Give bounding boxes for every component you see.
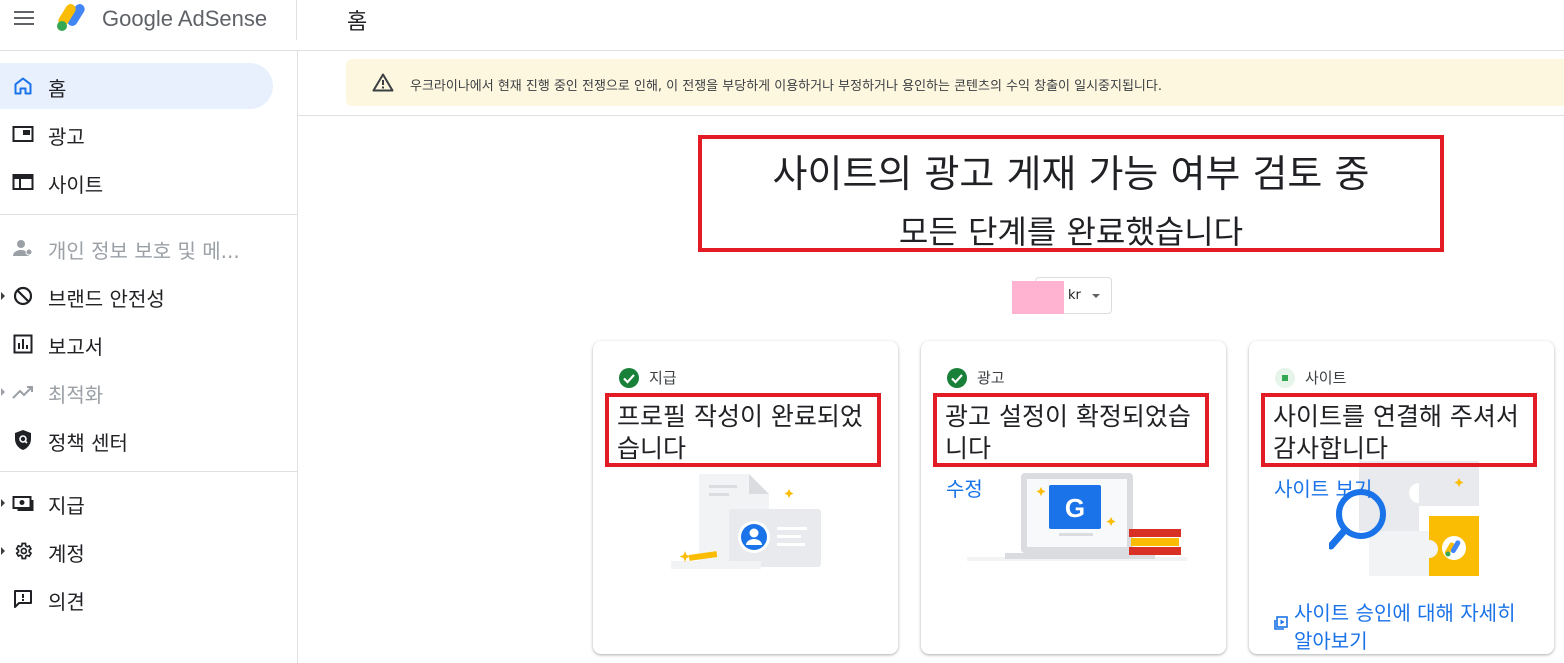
step-label: 사이트 bbox=[1305, 369, 1347, 387]
home-icon bbox=[12, 76, 34, 96]
site-selector-value: kr bbox=[1068, 288, 1081, 303]
sidebar-item-label: 사이트 bbox=[48, 173, 104, 197]
sidebar-item-optimization[interactable]: 최적화 bbox=[0, 369, 273, 415]
feedback-icon bbox=[12, 589, 34, 609]
step-header: 사이트 bbox=[1275, 367, 1346, 388]
step-header: 광고 bbox=[947, 367, 1005, 388]
sidebar-item-privacy[interactable]: 개인 정보 보호 및 메... bbox=[0, 225, 273, 271]
gear-icon bbox=[12, 541, 34, 561]
card-headline: 프로필 작성이 완료되었습니다 bbox=[617, 402, 863, 463]
video-library-icon bbox=[1274, 616, 1288, 630]
check-circle-icon bbox=[947, 367, 967, 388]
warning-banner: 우크라이나에서 현재 진행 중인 전쟁으로 인해, 이 전쟁을 부당하게 이용하… bbox=[346, 59, 1564, 106]
sidebar-nav: 홈 광고 사이트 개인 정보 보호 및 메... 브랜드 안전성 보고서 최적화… bbox=[0, 51, 298, 663]
nav-divider bbox=[0, 471, 298, 472]
in-progress-icon bbox=[1275, 367, 1295, 388]
step-card-payments: 지급 프로필 작성이 완료되었습니다 bbox=[593, 341, 898, 654]
trending-icon bbox=[12, 382, 34, 402]
ads-icon bbox=[12, 124, 34, 144]
view-sites-link[interactable]: 사이트 보기 bbox=[1274, 473, 1372, 502]
sidebar-item-label: 최적화 bbox=[48, 383, 104, 407]
content-divider bbox=[298, 115, 1564, 116]
profile-illustration bbox=[671, 474, 821, 569]
step-card-sites: 사이트 사이트를 연결해 주셔서 감사합니다 사이트 보기 사이트 승인에 대해… bbox=[1249, 341, 1554, 654]
sidebar-item-payments[interactable]: 지급 bbox=[0, 480, 273, 526]
highlight-box: 프로필 작성이 완료되었습니다 bbox=[605, 393, 881, 467]
block-icon bbox=[12, 286, 34, 306]
sidebar-item-feedback[interactable]: 의견 bbox=[0, 576, 273, 622]
page-title: 홈 bbox=[347, 10, 368, 35]
sites-icon bbox=[12, 172, 34, 192]
shield-icon bbox=[12, 430, 34, 450]
banner-text: 우크라이나에서 현재 진행 중인 전쟁으로 인해, 이 전쟁을 부당하게 이용하… bbox=[410, 79, 1162, 94]
sidebar-item-sites[interactable]: 사이트 bbox=[0, 159, 273, 205]
svg-text:G: G bbox=[1065, 493, 1085, 523]
expand-arrow-icon bbox=[1, 547, 5, 555]
payments-icon bbox=[12, 493, 34, 513]
sidebar-item-brand-safety[interactable]: 브랜드 안전성 bbox=[0, 273, 273, 319]
sidebar-item-label: 정책 센터 bbox=[48, 431, 128, 455]
step-header: 지급 bbox=[619, 367, 677, 388]
sidebar-item-ads[interactable]: 광고 bbox=[0, 111, 273, 157]
review-status-header: 사이트의 광고 게재 가능 여부 검토 중 모든 단계를 완료했습니다 bbox=[698, 135, 1444, 252]
review-subtitle: 모든 단계를 완료했습니다 bbox=[898, 213, 1244, 251]
sidebar-item-label: 개인 정보 보호 및 메... bbox=[48, 239, 240, 263]
reports-icon bbox=[12, 334, 34, 354]
sidebar-item-policy-center[interactable]: 정책 센터 bbox=[0, 417, 273, 463]
sidebar-item-label: 브랜드 안전성 bbox=[48, 287, 165, 311]
sidebar-item-label: 보고서 bbox=[48, 335, 104, 359]
card-headline: 사이트를 연결해 주셔서 감사합니다 bbox=[1273, 402, 1519, 463]
learn-more-text: 사이트 승인에 대해 자세히 알아보기 bbox=[1294, 601, 1516, 653]
nav-divider bbox=[0, 214, 298, 215]
sidebar-item-label: 홈 bbox=[48, 77, 67, 101]
expand-arrow-icon bbox=[1, 388, 5, 396]
sidebar-item-home[interactable]: 홈 bbox=[0, 63, 273, 109]
privacy-icon bbox=[12, 238, 34, 258]
brand-name: Google AdSense bbox=[102, 6, 268, 31]
adsense-logo bbox=[57, 4, 85, 31]
warning-icon bbox=[372, 73, 394, 92]
learn-more-link[interactable]: 사이트 승인에 대해 자세히 알아보기 bbox=[1274, 599, 1534, 654]
sidebar-item-label: 계정 bbox=[48, 542, 85, 566]
step-card-ads: 광고 광고 설정이 확정되었습니다 수정 G bbox=[921, 341, 1226, 654]
review-title: 사이트의 광고 게재 가능 여부 검토 중 bbox=[772, 152, 1370, 196]
menu-icon[interactable] bbox=[14, 11, 34, 27]
header-divider bbox=[296, 0, 297, 40]
ad-settings-illustration: G bbox=[967, 473, 1187, 561]
sidebar-item-label: 의견 bbox=[48, 590, 85, 614]
highlight-box: 광고 설정이 확정되었습니다 bbox=[933, 393, 1209, 467]
card-headline: 광고 설정이 확정되었습니다 bbox=[945, 402, 1191, 463]
expand-arrow-icon bbox=[1, 292, 5, 300]
expand-arrow-icon bbox=[1, 499, 5, 507]
sidebar-item-label: 지급 bbox=[48, 494, 85, 518]
caret-down-icon bbox=[1092, 294, 1100, 298]
site-selector-dropdown[interactable]: kr bbox=[1012, 277, 1112, 314]
step-label: 광고 bbox=[977, 369, 1005, 387]
sidebar-item-account[interactable]: 계정 bbox=[0, 528, 273, 574]
sidebar-item-reports[interactable]: 보고서 bbox=[0, 321, 273, 367]
step-label: 지급 bbox=[649, 369, 677, 387]
redacted-site-name bbox=[1012, 281, 1064, 314]
check-circle-icon bbox=[619, 367, 639, 388]
sidebar-item-label: 광고 bbox=[48, 125, 85, 149]
top-app-bar: Google AdSense 홈 bbox=[0, 0, 1564, 51]
highlight-box: 사이트를 연결해 주셔서 감사합니다 bbox=[1261, 393, 1537, 467]
